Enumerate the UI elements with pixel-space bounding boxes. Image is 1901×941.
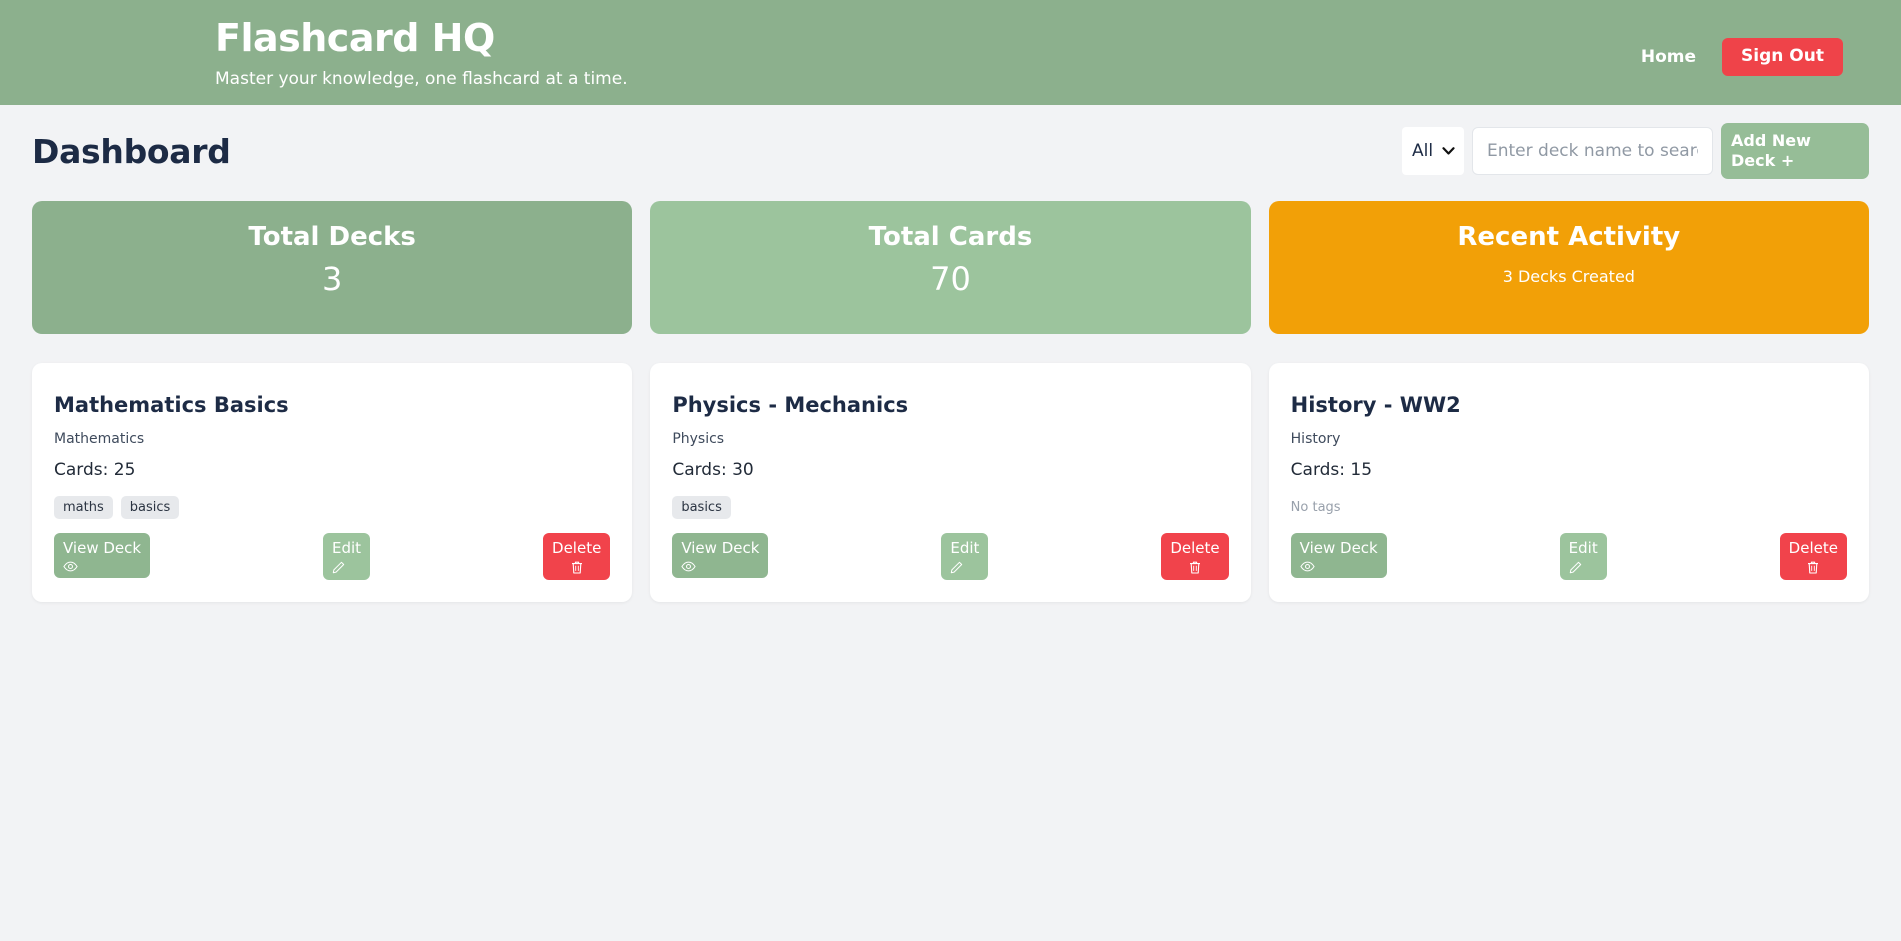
add-new-deck-button[interactable]: Add New Deck + (1721, 123, 1869, 179)
no-tags-label: No tags (1290, 499, 1341, 515)
delete-deck-label: Delete (552, 539, 602, 558)
view-deck-button[interactable]: View Deck (54, 533, 151, 578)
deck-card-count: Cards: 15 (1290, 459, 1373, 480)
deck-subject: History (1290, 431, 1341, 448)
deck-tags: maths basics (54, 495, 610, 520)
stats-row: Total Decks 3 Total Cards 70 Recent Acti… (32, 201, 1869, 334)
deck-card-count: Cards: 30 (672, 459, 754, 480)
view-deck-button[interactable]: View Deck (1290, 533, 1387, 578)
delete-deck-button[interactable]: Delete (543, 533, 611, 580)
site-header: Flashcard HQ Master your knowledge, one … (0, 0, 1901, 105)
pencil-icon (1569, 561, 1582, 574)
deck-actions: View Deck Edit Delete (54, 533, 611, 580)
eye-icon (681, 561, 696, 572)
pencil-icon (950, 561, 963, 574)
deck-title: Physics - Mechanics (672, 393, 909, 417)
filter-select[interactable]: All (1402, 127, 1464, 175)
deck-list: Mathematics Basics Mathematics Cards: 25… (32, 363, 1869, 602)
deck-card-count: Cards: 25 (54, 459, 136, 480)
deck-card[interactable]: History - WW2 History Cards: 15 No tags … (1268, 363, 1869, 602)
eye-icon (1299, 561, 1315, 572)
search-input[interactable] (1472, 127, 1713, 175)
deck-card[interactable]: Physics - Mechanics Physics Cards: 30 ba… (650, 363, 1251, 602)
header-nav: Home Sign Out (1641, 38, 1843, 76)
deck-actions: View Deck Edit Delete (672, 533, 1229, 580)
deck-tag: basics (672, 495, 731, 520)
deck-card[interactable]: Mathematics Basics Mathematics Cards: 25… (32, 363, 633, 602)
add-new-deck-label: Add New Deck (1731, 131, 1811, 170)
header-inner: Flashcard HQ Master your knowledge, one … (0, 14, 1901, 105)
stat-card-recent-activity: Recent Activity 3 Decks Created (1268, 201, 1869, 334)
deck-actions: View Deck Edit Delete (1290, 533, 1847, 580)
brand-block: Flashcard HQ Master your knowledge, one … (55, 14, 1846, 88)
stat-value: 3 Decks Created (1502, 266, 1635, 286)
filter-select-wrapper: All (1402, 127, 1464, 175)
delete-deck-button[interactable]: Delete (1779, 533, 1847, 580)
stat-title: Total Decks (248, 222, 416, 252)
sign-out-button[interactable]: Sign Out (1722, 38, 1843, 76)
edit-deck-label: Edit (332, 539, 362, 558)
stat-card-total-cards: Total Cards 70 (650, 201, 1251, 334)
delete-deck-button[interactable]: Delete (1161, 533, 1229, 580)
deck-title: History - WW2 (1290, 393, 1461, 417)
trash-icon (1189, 561, 1201, 574)
view-deck-label: View Deck (1299, 539, 1378, 558)
toolbar-controls: All Add New Deck + (1402, 123, 1869, 179)
view-deck-label: View Deck (681, 539, 760, 558)
edit-deck-button[interactable]: Edit (323, 533, 371, 580)
trash-icon (571, 561, 583, 574)
deck-tags: No tags (1291, 495, 1847, 519)
pencil-icon (332, 561, 345, 574)
deck-subject: Physics (672, 431, 725, 448)
delete-deck-label: Delete (1788, 539, 1838, 558)
deck-subject: Mathematics (54, 431, 145, 448)
dashboard-toolbar: Dashboard All Add New Deck + (32, 105, 1869, 197)
stat-value: 70 (930, 259, 971, 298)
view-deck-button[interactable]: View Deck (672, 533, 769, 578)
page-title: Dashboard (32, 131, 231, 171)
plus-icon: + (1780, 151, 1795, 170)
deck-tag: maths (54, 495, 113, 520)
stat-value: 3 (321, 259, 343, 298)
nav-link-home[interactable]: Home (1641, 47, 1696, 67)
stat-title: Total Cards (868, 222, 1033, 252)
deck-tags: basics (672, 495, 1228, 520)
view-deck-label: View Deck (63, 539, 142, 558)
stat-card-total-decks: Total Decks 3 (32, 201, 633, 334)
edit-deck-label: Edit (950, 539, 980, 558)
delete-deck-label: Delete (1170, 539, 1220, 558)
trash-icon (1807, 561, 1819, 574)
deck-title: Mathematics Basics (54, 393, 289, 417)
main-content: Dashboard All Add New Deck + Total Decks… (0, 105, 1901, 602)
deck-tag: basics (120, 495, 180, 520)
edit-deck-button[interactable]: Edit (941, 533, 989, 580)
edit-deck-button[interactable]: Edit (1559, 533, 1607, 580)
stat-title: Recent Activity (1457, 222, 1681, 252)
edit-deck-label: Edit (1568, 539, 1598, 558)
eye-icon (63, 561, 78, 572)
brand-tagline: Master your knowledge, one flashcard at … (215, 68, 628, 89)
brand-title: Flashcard HQ (215, 16, 495, 60)
